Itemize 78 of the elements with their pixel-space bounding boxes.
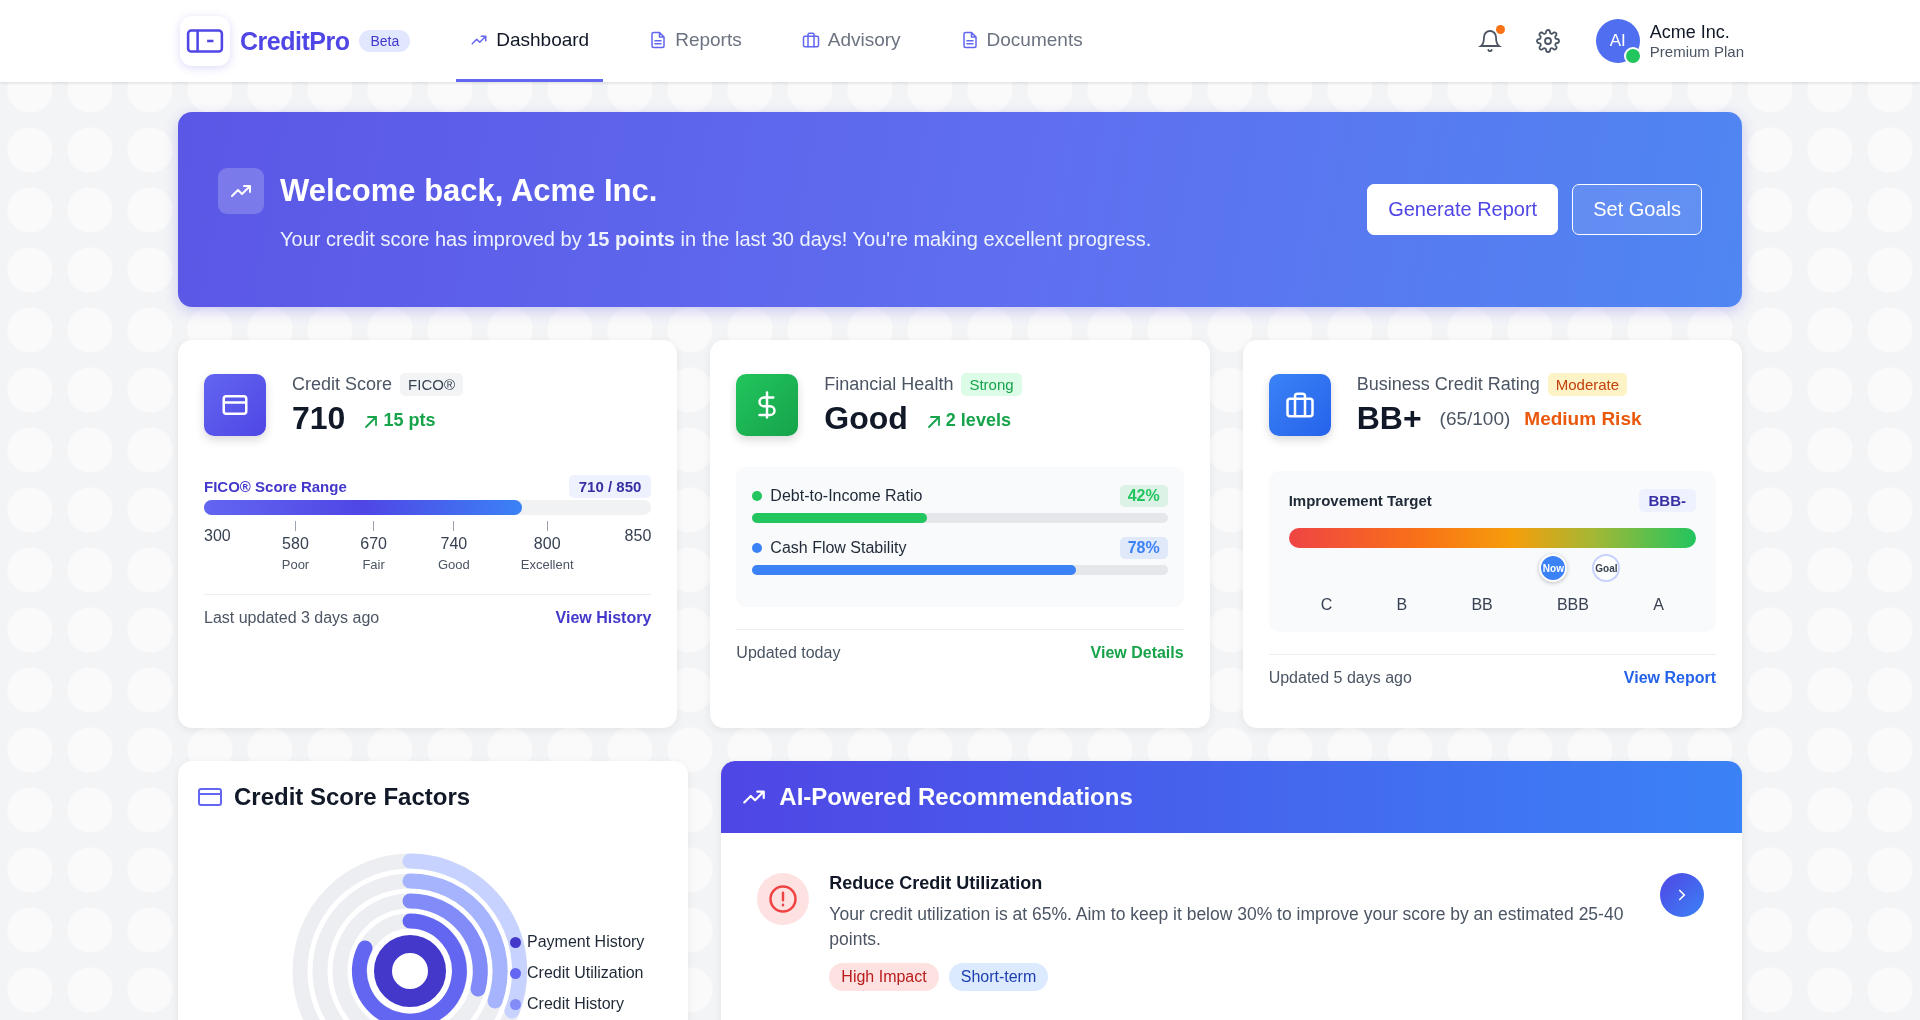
legend-label: Payment History [527,933,645,951]
card-title: Credit Score [292,374,393,395]
dollar-icon [736,374,799,436]
goal-marker: Goal [1592,554,1621,582]
target-label: Improvement Target [1288,492,1432,509]
scale-minimum: 300 [204,527,231,545]
user-plan: Premium Plan [1649,43,1744,60]
status-badge: Strong [961,373,1022,396]
card-link[interactable]: View Details [1090,644,1184,662]
user-name: Acme Inc. [1649,22,1731,43]
grade-label: A [1653,596,1664,614]
grade-label: BB [1471,596,1493,614]
nav-tab[interactable]: Documents [946,0,1097,82]
updated-time: Last updated 3 days ago [204,609,380,627]
brand-name: CreditPro [240,26,350,56]
score-out-of: (65/100) [1439,407,1511,430]
grade-label: BBB [1556,596,1589,614]
card-value: BB+ [1356,400,1422,437]
card-value: 710 [292,400,346,437]
legend-label: Credit Utilization [527,964,644,982]
change-amount: 15 pts [383,410,436,431]
recommendation-title: Reduce Credit Utilization [829,873,1043,893]
arrow-up-right-icon [363,413,380,430]
document-icon [960,30,979,49]
status-badge: Moderate [1547,373,1628,396]
scale-label: Good [437,557,470,572]
user-avatar[interactable]: AI [1595,19,1640,63]
legend-label: Credit History [527,995,624,1013]
updated-time: Updated today [736,644,841,662]
card-logo-icon [180,16,230,66]
scale-label: Excellent [520,557,574,572]
tag: Short-term [948,963,1049,991]
grade-label: B [1396,596,1408,614]
next-button[interactable] [1660,873,1704,917]
scale-value: 670 [360,535,387,553]
set-goals-button[interactable]: Set Goals [1572,184,1702,235]
card-link[interactable]: View History [555,609,652,627]
section-title: Credit Score Factors [234,783,471,811]
trend-icon [218,168,264,214]
metric-reading: 78% [1119,537,1168,559]
section-title: AI-Powered Recommendations [779,783,1133,811]
risk-level: Medium Risk [1524,407,1642,430]
credit-card-icon [198,788,222,806]
score-reading: 710 / 850 [568,475,652,498]
briefcase-icon [801,30,820,49]
metric-reading: 42% [1119,485,1168,507]
credit-card-icon [204,374,266,436]
document-icon [649,30,668,49]
scale-value: 800 [533,535,561,553]
generate-report-button[interactable]: Generate Report [1367,184,1559,235]
card-value: Good [824,400,908,437]
nav-tab[interactable]: Advisory [787,0,915,82]
updated-time: Updated 5 days ago [1268,669,1412,687]
scale-label: Fair [362,557,385,572]
nav-tab[interactable]: Reports [635,0,756,82]
scale-label: Poor [281,557,310,572]
nav-tab[interactable]: Dashboard [456,0,604,82]
card-title: Business Credit Rating [1356,374,1540,395]
metric-label: Cash Flow Stability [770,539,907,557]
arrow-up-right-icon [925,413,942,430]
welcome-title: Welcome back, Acme Inc. [280,173,658,209]
current-marker: Now [1539,554,1568,582]
target-grade: BBB- [1638,489,1696,512]
card-link[interactable]: View Report [1623,669,1716,687]
scale-maximum: 850 [624,527,652,545]
beta-badge: Beta [359,30,411,52]
metric-label: Debt-to-Income Ratio [770,487,923,505]
tag: High Impact [829,963,939,991]
card-title: Financial Health [824,374,954,395]
welcome-message: Your credit score has improved by 15 points in the last 30 days! You're making excellent progress. [280,228,1152,251]
status-badge: FICO® [400,373,463,396]
range-label: FICO® Score Range [204,478,347,495]
recommendation-text: Your credit utilization is at 65%. Aim to keep it below 30% to improve your score by an estimated 25-40 points. [829,903,1625,951]
scale-value: 740 [440,535,468,553]
change-amount: 2 levels [945,410,1011,431]
grade-label: C [1320,596,1333,614]
scale-value: 580 [282,535,309,553]
briefcase-icon [1268,374,1331,436]
